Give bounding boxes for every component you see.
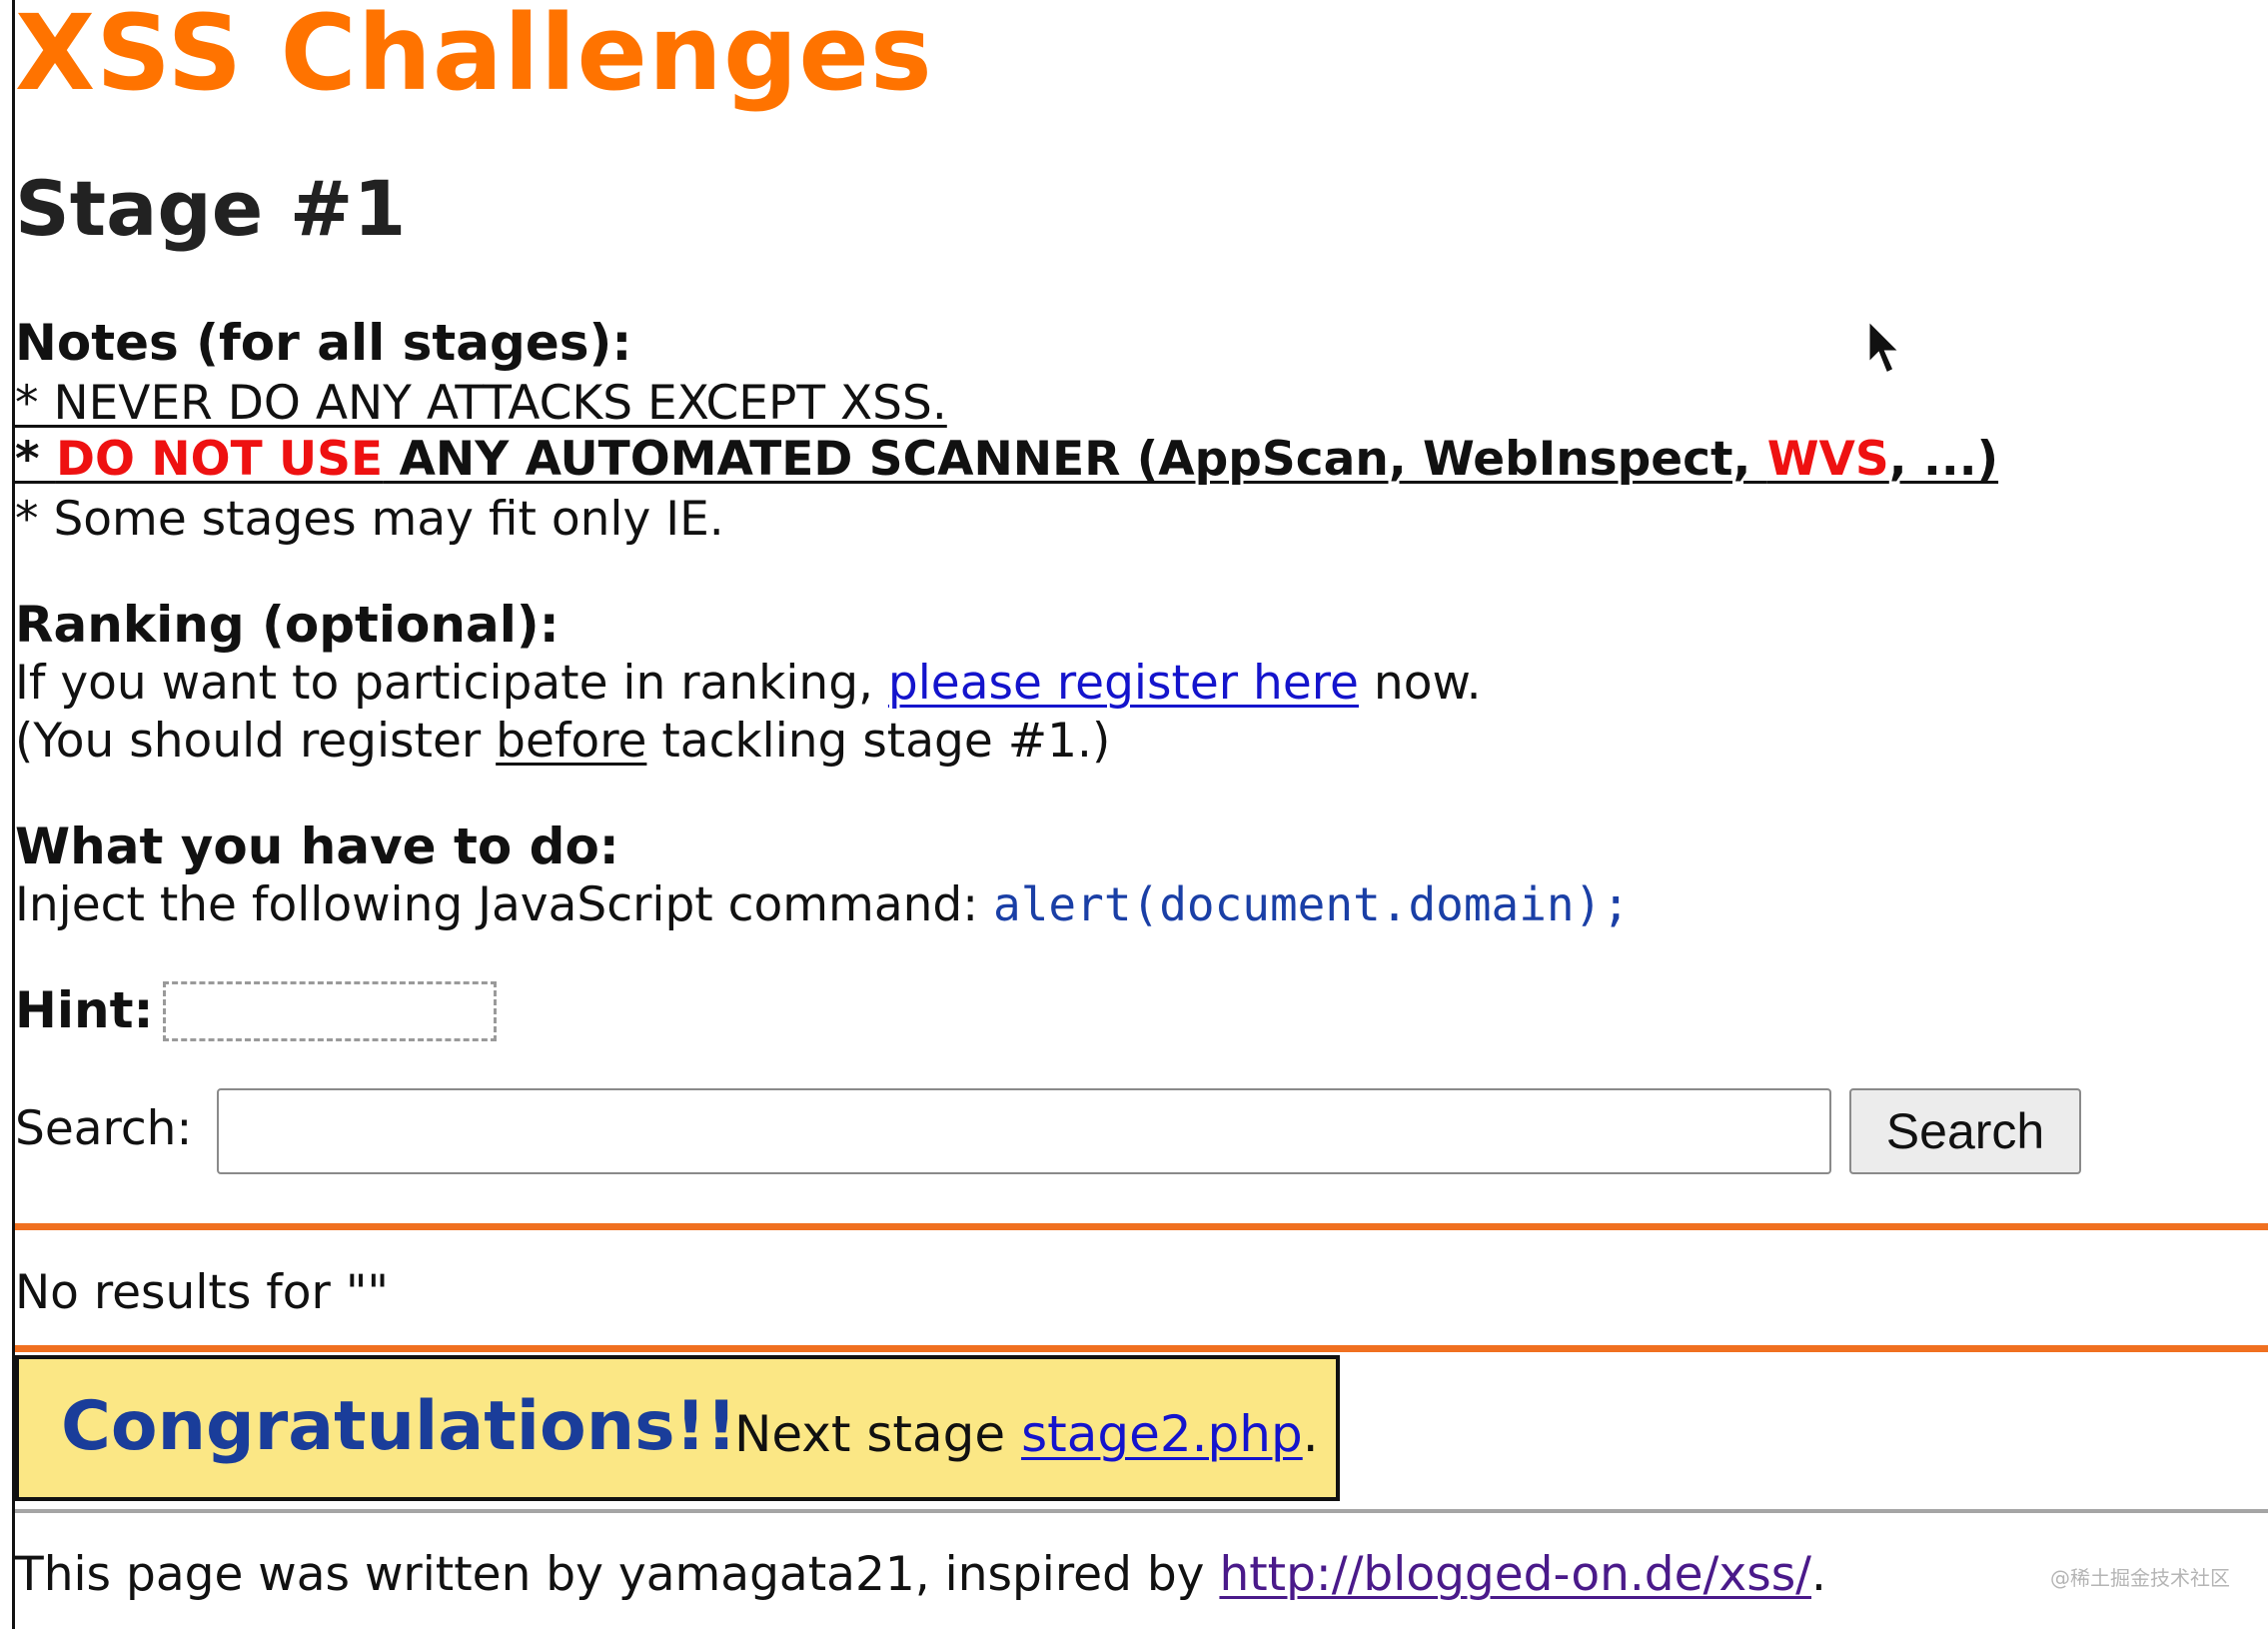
ranking-line-2: (You should register before tackling sta… xyxy=(15,714,1110,769)
next-stage-prefix: Next stage xyxy=(734,1405,1022,1463)
register-link[interactable]: please register here xyxy=(888,656,1359,711)
congratulations-title: Congratulations!! xyxy=(61,1387,737,1466)
ranking-line-1-suffix: now. xyxy=(1358,656,1482,711)
hint-box[interactable] xyxy=(163,981,497,1041)
notes-line-3: * Some stages may fit only IE. xyxy=(15,492,724,547)
result-text: No results for "" xyxy=(15,1265,390,1320)
search-input[interactable] xyxy=(217,1088,1831,1174)
congratulations-banner: Congratulations!! Next stage stage2.php. xyxy=(15,1355,1340,1501)
ranking-heading: Ranking (optional): xyxy=(15,596,560,654)
footer-divider xyxy=(15,1509,2268,1513)
notes-line-2-suffix: , ...) xyxy=(1888,432,1999,487)
notes-heading: Notes (for all stages): xyxy=(15,314,632,372)
task-heading: What you have to do: xyxy=(15,817,619,875)
search-label: Search: xyxy=(15,1101,193,1156)
task-command-code: alert(document.domain); xyxy=(993,877,1631,931)
ranking-line-1-prefix: If you want to participate in ranking, xyxy=(15,656,888,711)
notes-line-2: * DO NOT USE ANY AUTOMATED SCANNER (AppS… xyxy=(15,432,1998,487)
watermark-text: @稀土掘金技术社区 xyxy=(2050,1566,2230,1590)
notes-line-2-middle: ANY AUTOMATED SCANNER (AppScan, WebInspe… xyxy=(383,432,1767,487)
hint-label: Hint: xyxy=(15,981,154,1039)
search-button[interactable]: Search xyxy=(1849,1088,2081,1174)
footer-text: This page was written by yamagata21, ins… xyxy=(15,1547,1826,1602)
notes-line-2-prefix: * xyxy=(15,432,56,487)
notes-line-1: * NEVER DO ANY ATTACKS EXCEPT XSS. xyxy=(15,376,947,431)
notes-wvs-red: WVS xyxy=(1766,432,1889,487)
stage-title: Stage #1 xyxy=(15,164,407,253)
notes-warning-red: DO NOT USE xyxy=(55,432,384,487)
footer-prefix: This page was written by yamagata21, ins… xyxy=(15,1547,1220,1602)
ranking-line-2-suffix: tackling stage #1.) xyxy=(646,714,1111,769)
notes-line-1-text: * NEVER DO ANY ATTACKS EXCEPT XSS. xyxy=(15,376,947,431)
task-line: Inject the following JavaScript command:… xyxy=(15,877,1630,932)
mouse-cursor-icon xyxy=(1866,318,1904,377)
site-title: XSS Challenges xyxy=(15,0,933,114)
footer-suffix: . xyxy=(1811,1547,1826,1602)
ranking-line-1: If you want to participate in ranking, p… xyxy=(15,656,1482,711)
next-stage-suffix: . xyxy=(1302,1405,1319,1463)
ranking-line-2-prefix: (You should register xyxy=(15,714,497,769)
orange-divider-bottom xyxy=(15,1345,2268,1352)
next-stage-text: Next stage stage2.php. xyxy=(734,1405,1319,1463)
orange-divider-top xyxy=(15,1223,2268,1230)
stage2-link[interactable]: stage2.php xyxy=(1021,1405,1303,1463)
ranking-before-underlined: before xyxy=(496,714,647,769)
page-container: XSS Challenges Stage #1 Notes (for all s… xyxy=(12,0,2268,1629)
task-line-prefix: Inject the following JavaScript command: xyxy=(15,877,994,932)
blogged-on-link[interactable]: http://blogged-on.de/xss/ xyxy=(1219,1547,1811,1602)
